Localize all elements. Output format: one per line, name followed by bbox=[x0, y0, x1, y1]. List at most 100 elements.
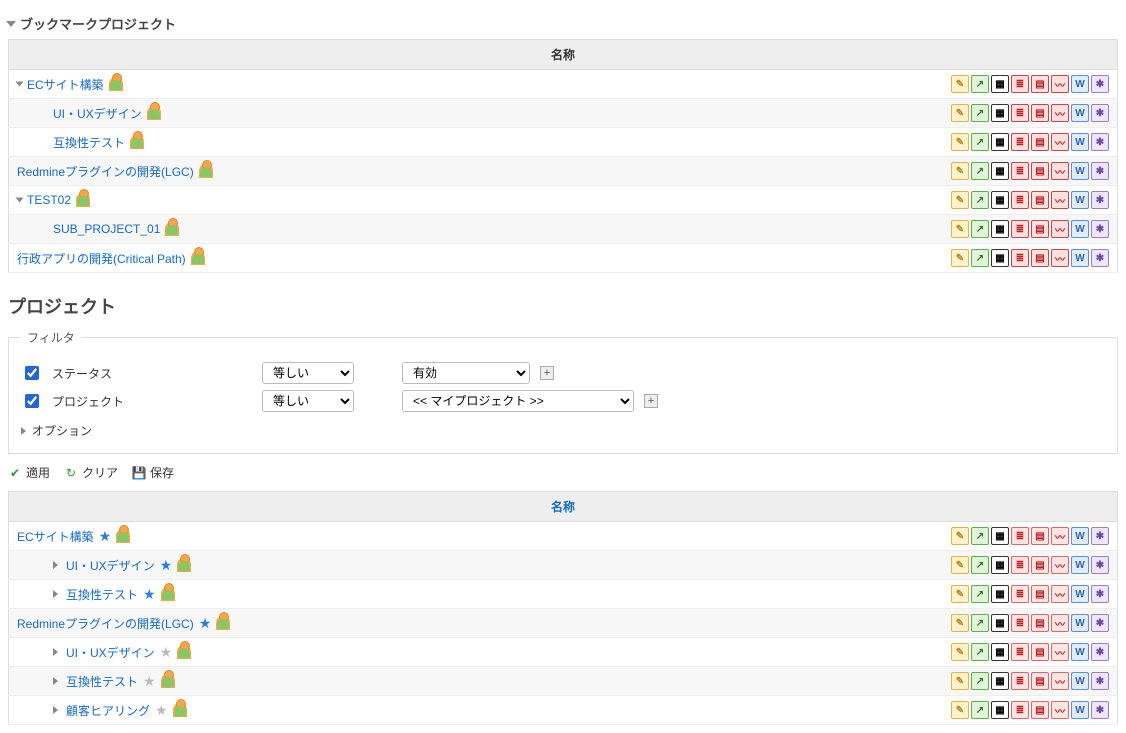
chart-icon[interactable]: 〰 bbox=[1051, 75, 1069, 93]
expand-icon[interactable] bbox=[53, 561, 58, 569]
table-icon[interactable]: ▤ bbox=[1031, 643, 1049, 661]
calendar-icon[interactable]: ▦ bbox=[991, 672, 1009, 690]
apply-button[interactable]: ✔ 適用 bbox=[8, 464, 50, 481]
chart-icon[interactable]: 〰 bbox=[1051, 162, 1069, 180]
chart-icon[interactable]: 〰 bbox=[1051, 527, 1069, 545]
chart-icon[interactable]: 〰 bbox=[1051, 249, 1069, 267]
project-link[interactable]: 顧客ヒアリング bbox=[66, 702, 150, 719]
chart-icon[interactable]: 〰 bbox=[1051, 701, 1069, 719]
list-icon[interactable]: ≣ bbox=[1011, 701, 1029, 719]
wiki-icon[interactable]: W bbox=[1071, 133, 1089, 151]
list-icon[interactable]: ≣ bbox=[1011, 556, 1029, 574]
calendar-icon[interactable]: ▦ bbox=[991, 556, 1009, 574]
table-icon[interactable]: ▤ bbox=[1031, 585, 1049, 603]
edit-icon[interactable]: ✎ bbox=[951, 133, 969, 151]
activity-icon[interactable]: ↗ bbox=[971, 162, 989, 180]
activity-icon[interactable]: ↗ bbox=[971, 614, 989, 632]
activity-icon[interactable]: ↗ bbox=[971, 556, 989, 574]
wiki-icon[interactable]: W bbox=[1071, 672, 1089, 690]
star-icon[interactable]: ★ bbox=[160, 644, 173, 661]
expand-icon[interactable] bbox=[16, 198, 24, 203]
filter-status-checkbox[interactable] bbox=[25, 366, 39, 380]
chart-icon[interactable]: 〰 bbox=[1051, 643, 1069, 661]
list-icon[interactable]: ≣ bbox=[1011, 75, 1029, 93]
calendar-icon[interactable]: ▦ bbox=[991, 133, 1009, 151]
table-icon[interactable]: ▤ bbox=[1031, 249, 1049, 267]
chart-icon[interactable]: 〰 bbox=[1051, 585, 1069, 603]
activity-icon[interactable]: ↗ bbox=[971, 585, 989, 603]
settings-icon[interactable]: ✱ bbox=[1091, 104, 1109, 122]
chart-icon[interactable]: 〰 bbox=[1051, 556, 1069, 574]
wiki-icon[interactable]: W bbox=[1071, 556, 1089, 574]
options-toggle[interactable]: オプション bbox=[21, 418, 1105, 443]
wiki-icon[interactable]: W bbox=[1071, 701, 1089, 719]
settings-icon[interactable]: ✱ bbox=[1091, 527, 1109, 545]
activity-icon[interactable]: ↗ bbox=[971, 220, 989, 238]
wiki-icon[interactable]: W bbox=[1071, 104, 1089, 122]
activity-icon[interactable]: ↗ bbox=[971, 191, 989, 209]
project-link[interactable]: UI・UXデザイン bbox=[53, 105, 142, 122]
settings-icon[interactable]: ✱ bbox=[1091, 133, 1109, 151]
activity-icon[interactable]: ↗ bbox=[971, 643, 989, 661]
star-icon[interactable]: ★ bbox=[99, 528, 112, 545]
table-icon[interactable]: ▤ bbox=[1031, 133, 1049, 151]
wiki-icon[interactable]: W bbox=[1071, 643, 1089, 661]
list-icon[interactable]: ≣ bbox=[1011, 527, 1029, 545]
project-link[interactable]: SUB_PROJECT_01 bbox=[53, 222, 160, 236]
list-icon[interactable]: ≣ bbox=[1011, 249, 1029, 267]
project-link[interactable]: 互換性テスト bbox=[66, 586, 138, 603]
filter-status-add[interactable]: + bbox=[540, 366, 554, 380]
filter-project-checkbox[interactable] bbox=[25, 394, 39, 408]
project-link[interactable]: Redmineプラグインの開発(LGC) bbox=[17, 615, 194, 632]
save-button[interactable]: 💾 保存 bbox=[132, 464, 174, 481]
settings-icon[interactable]: ✱ bbox=[1091, 556, 1109, 574]
edit-icon[interactable]: ✎ bbox=[951, 220, 969, 238]
settings-icon[interactable]: ✱ bbox=[1091, 672, 1109, 690]
edit-icon[interactable]: ✎ bbox=[951, 585, 969, 603]
list-icon[interactable]: ≣ bbox=[1011, 672, 1029, 690]
expand-icon[interactable] bbox=[53, 677, 58, 685]
calendar-icon[interactable]: ▦ bbox=[991, 249, 1009, 267]
project-link[interactable]: 行政アプリの開発(Critical Path) bbox=[17, 250, 186, 267]
edit-icon[interactable]: ✎ bbox=[951, 249, 969, 267]
calendar-icon[interactable]: ▦ bbox=[991, 701, 1009, 719]
activity-icon[interactable]: ↗ bbox=[971, 104, 989, 122]
project-link[interactable]: Redmineプラグインの開発(LGC) bbox=[17, 163, 194, 180]
edit-icon[interactable]: ✎ bbox=[951, 527, 969, 545]
list-icon[interactable]: ≣ bbox=[1011, 220, 1029, 238]
chart-icon[interactable]: 〰 bbox=[1051, 133, 1069, 151]
chart-icon[interactable]: 〰 bbox=[1051, 191, 1069, 209]
calendar-icon[interactable]: ▦ bbox=[991, 527, 1009, 545]
calendar-icon[interactable]: ▦ bbox=[991, 220, 1009, 238]
chart-icon[interactable]: 〰 bbox=[1051, 104, 1069, 122]
list-icon[interactable]: ≣ bbox=[1011, 133, 1029, 151]
sort-name[interactable]: 名称 bbox=[551, 500, 575, 514]
edit-icon[interactable]: ✎ bbox=[951, 162, 969, 180]
settings-icon[interactable]: ✱ bbox=[1091, 585, 1109, 603]
project-link[interactable]: ECサイト構築 bbox=[17, 528, 94, 545]
settings-icon[interactable]: ✱ bbox=[1091, 162, 1109, 180]
star-icon[interactable]: ★ bbox=[143, 586, 156, 603]
wiki-icon[interactable]: W bbox=[1071, 614, 1089, 632]
calendar-icon[interactable]: ▦ bbox=[991, 643, 1009, 661]
table-icon[interactable]: ▤ bbox=[1031, 527, 1049, 545]
table-icon[interactable]: ▤ bbox=[1031, 191, 1049, 209]
filter-project-add[interactable]: + bbox=[644, 394, 658, 408]
activity-icon[interactable]: ↗ bbox=[971, 527, 989, 545]
settings-icon[interactable]: ✱ bbox=[1091, 220, 1109, 238]
expand-icon[interactable] bbox=[53, 590, 58, 598]
table-icon[interactable]: ▤ bbox=[1031, 701, 1049, 719]
table-icon[interactable]: ▤ bbox=[1031, 104, 1049, 122]
table-icon[interactable]: ▤ bbox=[1031, 614, 1049, 632]
bookmark-section-header[interactable]: ブックマークプロジェクト bbox=[8, 14, 1118, 33]
activity-icon[interactable]: ↗ bbox=[971, 701, 989, 719]
activity-icon[interactable]: ↗ bbox=[971, 75, 989, 93]
edit-icon[interactable]: ✎ bbox=[951, 104, 969, 122]
expand-icon[interactable] bbox=[16, 82, 24, 87]
edit-icon[interactable]: ✎ bbox=[951, 643, 969, 661]
calendar-icon[interactable]: ▦ bbox=[991, 585, 1009, 603]
settings-icon[interactable]: ✱ bbox=[1091, 75, 1109, 93]
edit-icon[interactable]: ✎ bbox=[951, 191, 969, 209]
chart-icon[interactable]: 〰 bbox=[1051, 220, 1069, 238]
wiki-icon[interactable]: W bbox=[1071, 249, 1089, 267]
